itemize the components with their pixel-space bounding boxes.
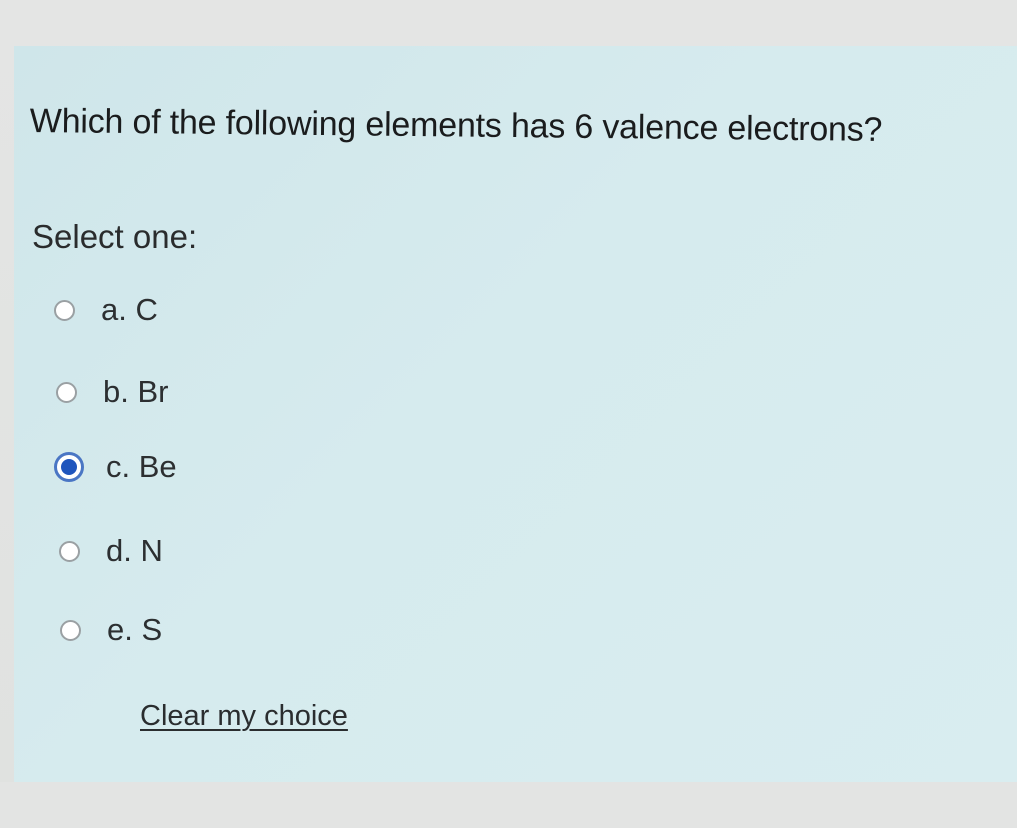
option-c[interactable]: c. Be [54, 449, 177, 485]
clear-my-choice-link[interactable]: Clear my choice [140, 700, 348, 733]
question-text: Which of the following elements has 6 va… [29, 102, 883, 149]
radio-checked-icon[interactable] [54, 452, 84, 482]
radio-unchecked-icon[interactable] [59, 540, 80, 562]
option-e-label: e. S [107, 612, 163, 647]
option-a[interactable]: a. C [54, 292, 158, 328]
option-d-label: d. N [106, 533, 163, 568]
option-d[interactable]: d. N [59, 533, 163, 569]
select-one-prompt: Select one: [32, 218, 198, 255]
radio-unchecked-icon[interactable] [56, 381, 77, 403]
question-panel: Which of the following elements has 6 va… [14, 46, 1017, 782]
option-e[interactable]: e. S [60, 612, 162, 648]
bottom-strip [0, 782, 1017, 828]
radio-dot-icon [61, 459, 77, 475]
option-a-label: a. C [101, 292, 158, 327]
option-b-label: b. Br [103, 374, 169, 409]
radio-unchecked-icon[interactable] [60, 619, 81, 641]
option-b[interactable]: b. Br [56, 374, 168, 410]
quiz-page: Which of the following elements has 6 va… [0, 0, 1017, 828]
option-c-label: c. Be [106, 449, 177, 484]
radio-unchecked-icon[interactable] [54, 299, 75, 321]
